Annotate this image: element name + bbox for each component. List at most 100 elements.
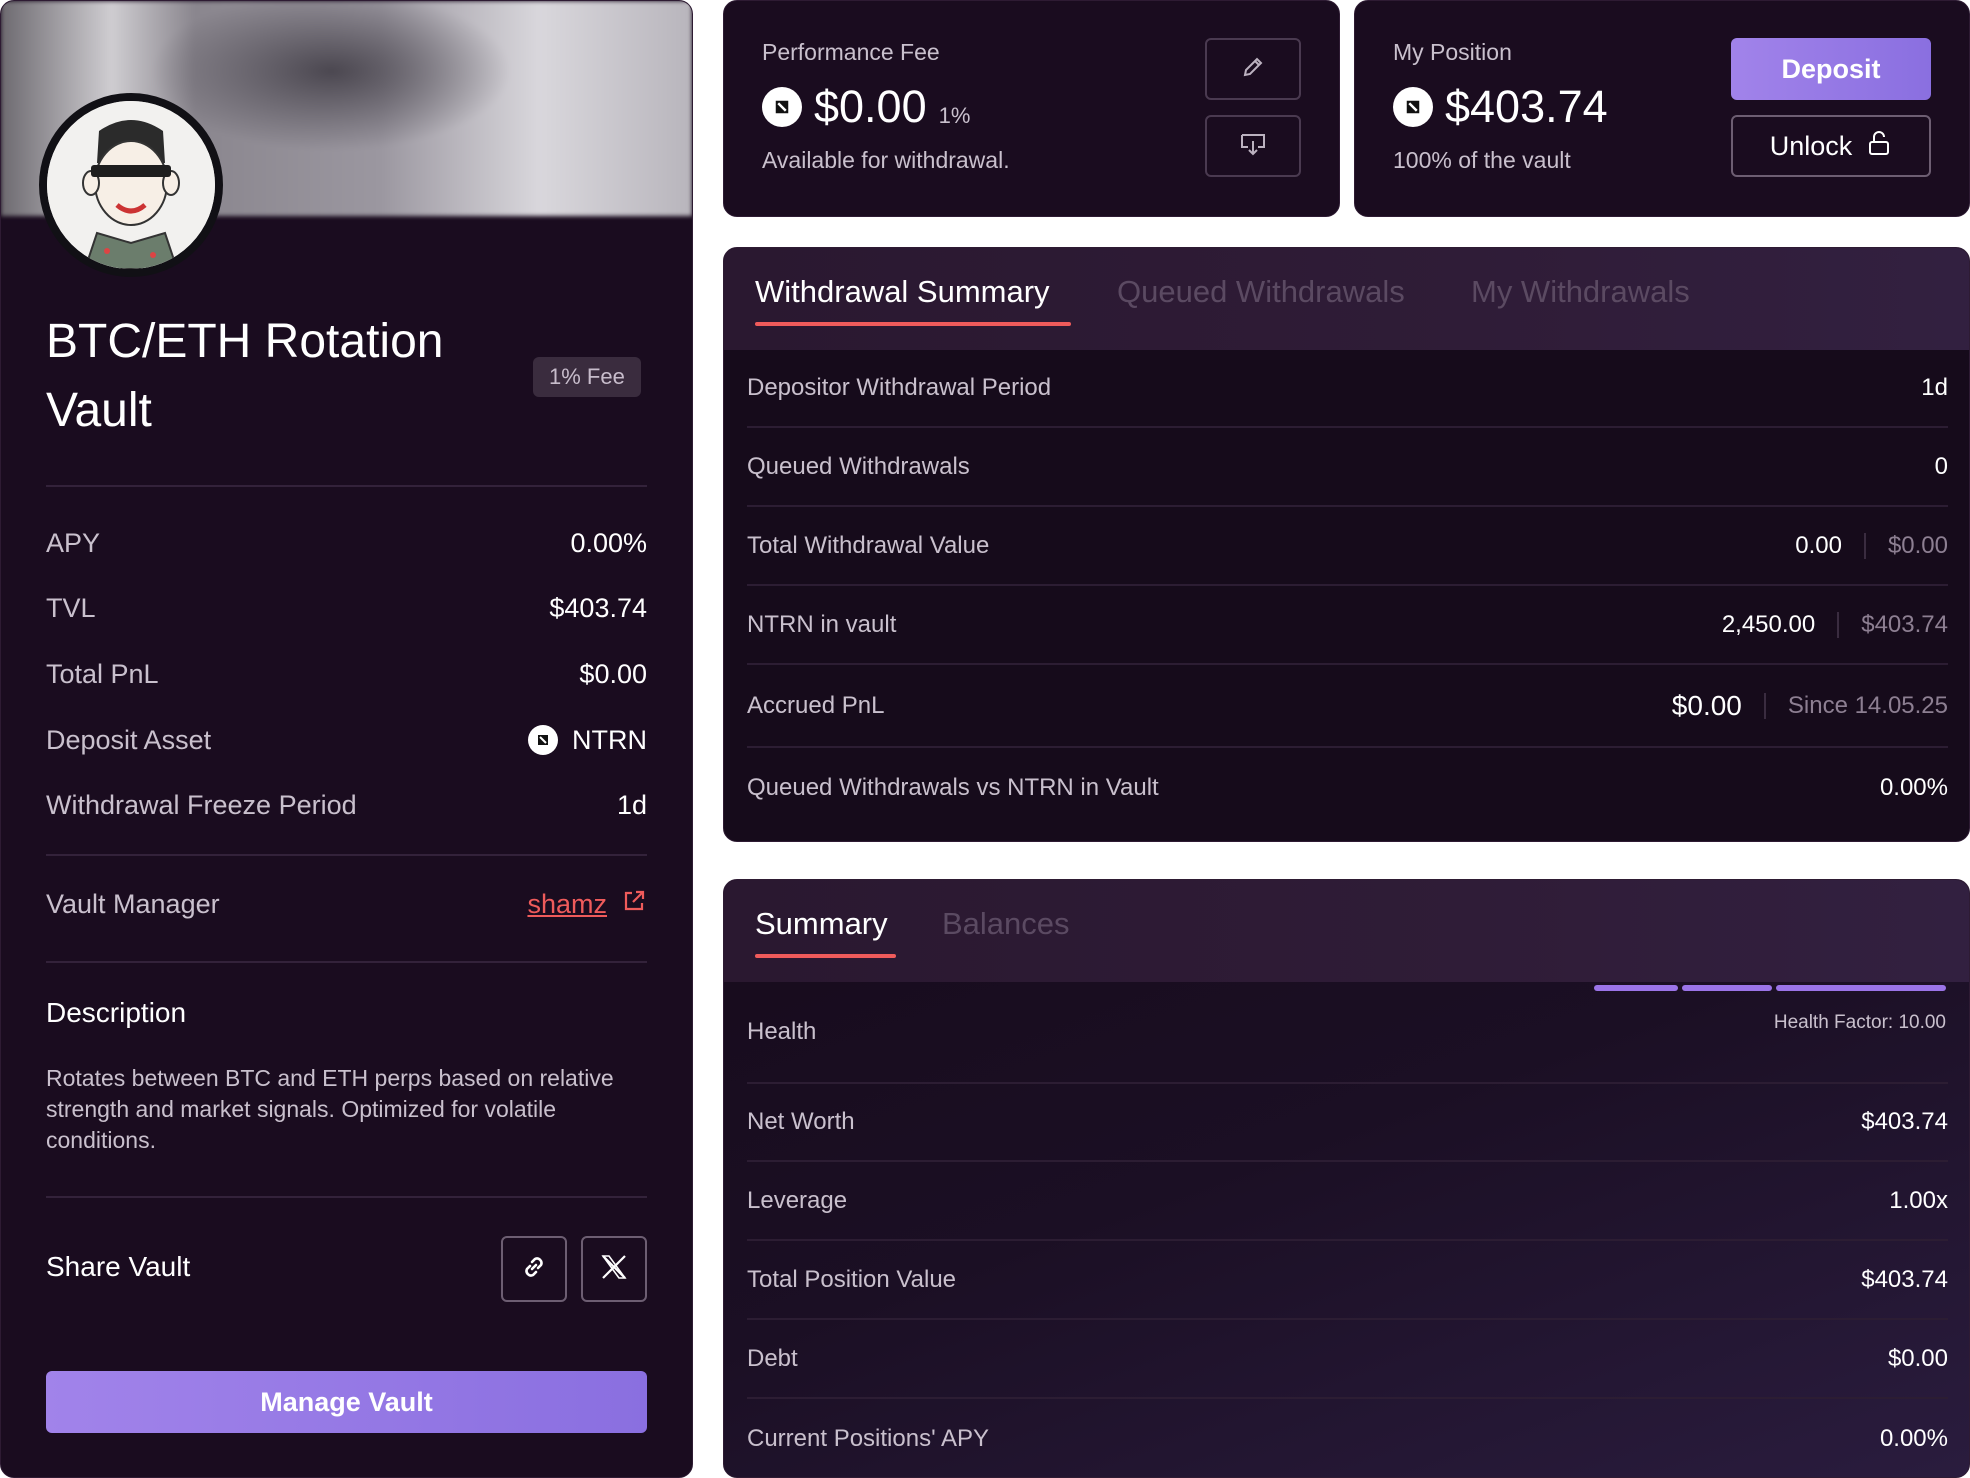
table-row: Accrued PnL $0.00 Since 14.05.25 (747, 666, 1948, 748)
stat-label: TVL (46, 592, 96, 623)
x-logo-icon (599, 1252, 629, 1287)
my-position-sub: 100% of the vault (1393, 147, 1571, 173)
active-tab-underline (755, 322, 1071, 326)
unlock-button[interactable]: Unlock (1731, 115, 1931, 177)
divider (46, 854, 647, 856)
tab-summary[interactable]: Summary (755, 906, 888, 942)
health-bar (1594, 985, 1946, 991)
my-position-value: $403.74 (1393, 81, 1608, 133)
row-primary-value: 0.00 (1795, 532, 1842, 559)
deposit-asset-name: NTRN (572, 724, 647, 755)
vault-manager-name[interactable]: shamz (527, 889, 607, 920)
row-value: $403.74 (1861, 1108, 1948, 1135)
my-position-amount: $403.74 (1445, 81, 1608, 132)
row-secondary-value: $403.74 (1861, 611, 1948, 638)
health-bar-segment (1776, 985, 1946, 991)
table-row: Net Worth $403.74 (747, 1084, 1948, 1162)
summary-tabs: Summary Balances (724, 880, 1969, 982)
table-row: Total Withdrawal Value 0.00 $0.00 (747, 508, 1948, 586)
row-value: 0 (1934, 453, 1948, 480)
health-row: Health (747, 982, 1948, 1084)
row-label: Queued Withdrawals (747, 453, 970, 480)
row-primary-value: $0.00 (1671, 690, 1742, 721)
withdraw-fee-button[interactable] (1205, 115, 1301, 177)
stat-row-deposit-asset: Deposit Asset NTRN (46, 720, 647, 760)
row-value: 0.00% (1879, 1425, 1948, 1452)
stat-value: NTRN (528, 725, 647, 756)
vault-manager-link[interactable]: shamz (527, 888, 647, 921)
row-label: Current Positions' APY (747, 1425, 990, 1452)
row-primary-value: 2,450.00 (1721, 611, 1816, 638)
row-label: Leverage (747, 1187, 848, 1214)
table-row: Debt $0.00 (747, 1321, 1948, 1399)
download-icon (1238, 130, 1268, 163)
link-icon (519, 1252, 549, 1287)
active-tab-underline (755, 954, 896, 958)
vault-title: BTC/ETH Rotation Vault (46, 315, 444, 437)
table-row: NTRN in vault 2,450.00 $403.74 (747, 587, 1948, 665)
share-vault-title: Share Vault (46, 1251, 191, 1282)
row-value: $0.00 Since 14.05.25 (1672, 690, 1948, 722)
stat-row-total-pnl: Total PnL $0.00 (46, 654, 647, 694)
health-factor-text: Health Factor: 10.00 (1773, 1012, 1946, 1033)
stat-row-freeze-period: Withdrawal Freeze Period 1d (46, 785, 647, 825)
row-label: Queued Withdrawals vs NTRN in Vault (747, 774, 1159, 801)
copy-link-button[interactable] (501, 1236, 567, 1302)
description-title: Description (46, 997, 187, 1028)
table-row: Queued Withdrawals 0 (747, 429, 1948, 507)
my-position-card: My Position $403.74 100% of the vault De… (1354, 0, 1970, 217)
ntrn-token-icon (528, 725, 558, 755)
vault-card: BTC/ETH Rotation Vault 1% Fee APY 0.00% … (0, 0, 693, 1478)
table-row: Total Position Value $403.74 (747, 1242, 1948, 1320)
withdrawal-tabs: Withdrawal Summary Queued Withdrawals My… (724, 248, 1969, 350)
deposit-button[interactable]: Deposit (1731, 38, 1931, 100)
stat-value: 0.00% (570, 527, 647, 558)
performance-fee-card: Performance Fee $0.00 1% Available for w… (723, 0, 1340, 217)
external-link-icon[interactable] (621, 888, 647, 921)
stat-label: Deposit Asset (46, 724, 212, 755)
fee-badge: 1% Fee (533, 357, 641, 397)
value-separator (1763, 693, 1766, 719)
ntrn-token-icon (1393, 87, 1433, 127)
row-value: 2,450.00 $403.74 (1722, 611, 1948, 639)
manager-avatar (39, 93, 223, 277)
tab-withdrawal-summary[interactable]: Withdrawal Summary (755, 274, 1050, 310)
manage-vault-button[interactable]: Manage Vault (46, 1371, 647, 1433)
ntrn-token-icon (762, 87, 802, 127)
stat-value: 1d (616, 789, 647, 820)
vault-manager-label: Vault Manager (46, 888, 220, 919)
stat-value: $403.74 (549, 592, 647, 623)
unlock-icon (1866, 129, 1892, 164)
summary-panel: Summary Balances Health Health Factor: 1… (723, 879, 1970, 1478)
health-bar-segment (1682, 985, 1772, 991)
row-value: $0.00 (1887, 1345, 1948, 1372)
stat-row-apy: APY 0.00% (46, 523, 647, 563)
description-text: Rotates between BTC and ETH perps based … (46, 1065, 614, 1153)
stat-label: Total PnL (46, 658, 159, 689)
table-row: Leverage 1.00x (747, 1163, 1948, 1241)
row-value: 0.00 $0.00 (1795, 532, 1948, 560)
tab-balances[interactable]: Balances (942, 906, 1070, 942)
share-x-button[interactable] (581, 1236, 647, 1302)
stat-label: Withdrawal Freeze Period (46, 789, 357, 820)
performance-fee-value: $0.00 1% (762, 81, 970, 133)
performance-fee-amount: $0.00 (814, 81, 927, 132)
divider (46, 961, 647, 963)
value-separator (1837, 612, 1840, 638)
row-label: Total Withdrawal Value (747, 532, 990, 559)
edit-fee-button[interactable] (1205, 38, 1301, 100)
row-secondary-value: Since 14.05.25 (1787, 692, 1948, 719)
tab-my-withdrawals[interactable]: My Withdrawals (1471, 274, 1690, 310)
row-value: $403.74 (1861, 1266, 1948, 1293)
row-label: Net Worth (747, 1108, 855, 1135)
divider (46, 1196, 647, 1198)
row-value: 1.00x (1889, 1187, 1948, 1214)
row-value: 1d (1921, 374, 1948, 401)
vault-manager-row: Vault Manager shamz (46, 884, 647, 924)
health-label: Health (747, 1018, 817, 1045)
unlock-button-label: Unlock (1769, 130, 1853, 161)
pencil-icon (1239, 53, 1267, 86)
table-row: Current Positions' APY 0.00% (747, 1400, 1948, 1477)
tab-queued-withdrawals[interactable]: Queued Withdrawals (1117, 274, 1405, 310)
performance-fee-label: Performance Fee (762, 39, 940, 65)
